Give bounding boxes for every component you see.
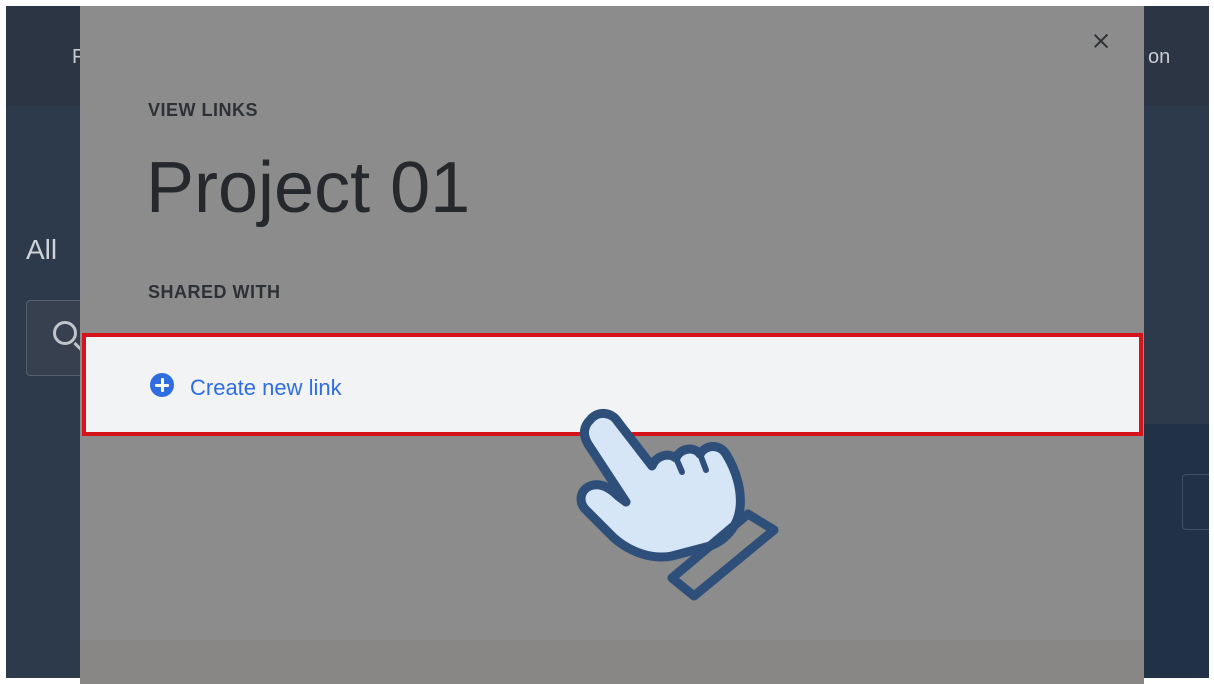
hand-pointer-icon <box>576 409 779 601</box>
modal-footer-strip <box>80 640 1144 684</box>
shared-with-label: SHARED WITH <box>148 282 281 302</box>
background-section-title: All <box>26 234 58 265</box>
create-new-link-label: Create new link <box>190 375 342 400</box>
close-icon[interactable] <box>1088 28 1114 54</box>
background-nav-item: on <box>1148 46 1171 68</box>
page-title: Project 01 <box>146 148 471 228</box>
screen: F on All VIEW LINKS Project 01 SHARED WI… <box>0 0 1214 684</box>
search-icon <box>53 321 77 345</box>
background-card <box>1182 474 1209 530</box>
background-panel <box>1144 424 1209 678</box>
modal-eyebrow: VIEW LINKS <box>148 100 259 120</box>
plus-circle-icon <box>150 373 174 397</box>
